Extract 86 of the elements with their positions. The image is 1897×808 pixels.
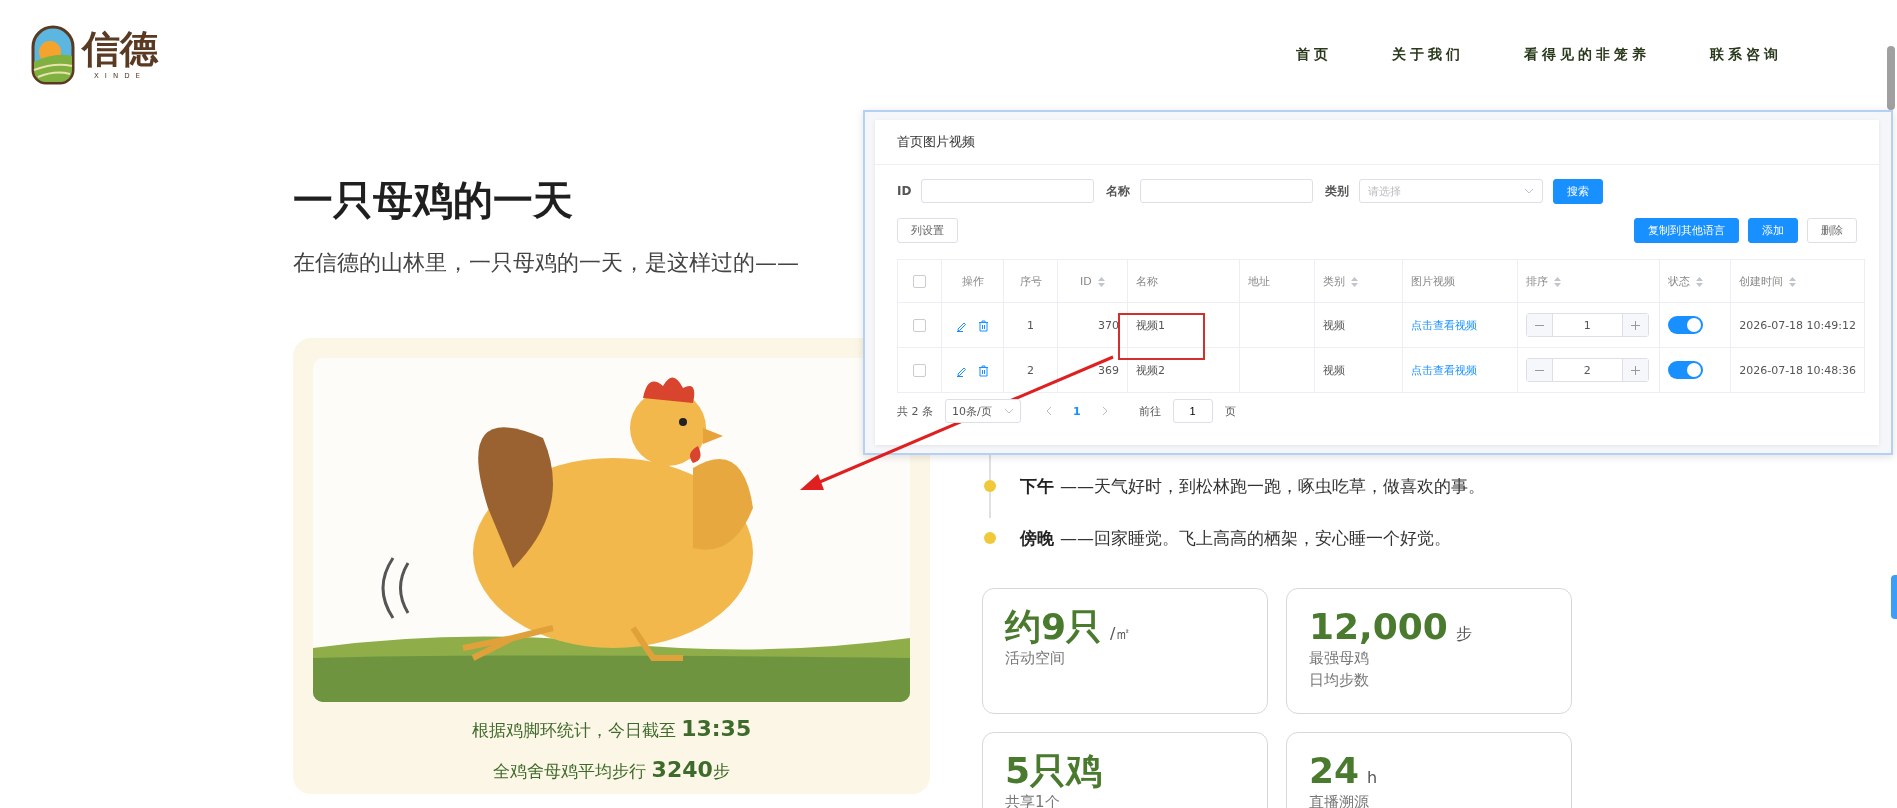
side-tab[interactable] [1891, 575, 1897, 619]
filter-input[interactable] [1140, 179, 1314, 203]
checkbox[interactable] [913, 274, 926, 288]
column-header[interactable]: 排序 [1517, 259, 1660, 303]
column-header[interactable]: 类别 [1314, 259, 1403, 303]
nav-link[interactable]: 联系咨询 [1680, 46, 1812, 64]
nav-link[interactable]: 首页 [1266, 46, 1362, 64]
number-stepper[interactable]: 1 [1525, 313, 1649, 337]
caption-text: 全鸡舍母鸡平均步行 3240步 [493, 757, 730, 784]
stat-unit: /㎡ [1110, 624, 1132, 645]
page-subtitle: 在信德的山林里，一只母鸡的一天，是这样过的—— [293, 249, 799, 277]
logo-text: 信德 [82, 30, 158, 68]
stat-value: 约9只 [1005, 607, 1103, 647]
prev-icon[interactable] [1045, 406, 1053, 416]
table-cell: 369 [1057, 347, 1128, 393]
timeline-dot [984, 532, 996, 544]
column-header: 地址 [1239, 259, 1315, 303]
goto-label: 前往 [1138, 403, 1161, 419]
sort-icon [1350, 276, 1358, 287]
table-cell: 视频1 [1127, 302, 1240, 348]
table-cell: 视频 [1314, 347, 1403, 393]
search-button[interactable]: 搜索 [1553, 178, 1604, 204]
stat-value: 5只鸡 [1005, 751, 1103, 791]
column-header[interactable]: 状态 [1659, 259, 1731, 303]
stat-unit: 步 [1455, 624, 1472, 645]
chevron-down-icon [1004, 408, 1014, 414]
toolbar-button[interactable]: 列设置 [897, 217, 958, 243]
view-video-link[interactable]: 点击查看视频 [1410, 318, 1477, 332]
page-size-select[interactable]: 10条/页 [945, 399, 1021, 423]
filter-label: 名称 [1106, 182, 1131, 200]
table-cell: 视频2 [1127, 347, 1240, 393]
sort-icon [1696, 276, 1704, 287]
plus-icon[interactable] [1630, 365, 1640, 375]
timeline-text: 下午 ——天气好时，到松林跑一跑，啄虫吃草，做喜欢的事。 [1020, 474, 1485, 498]
number-stepper[interactable]: 2 [1525, 358, 1649, 382]
filter-label: 类别 [1325, 182, 1350, 200]
scrollbar-thumb[interactable] [1887, 46, 1895, 110]
page-number[interactable]: 1 [1065, 404, 1089, 418]
page-suffix: 页 [1224, 403, 1236, 419]
filter-input[interactable] [921, 179, 1095, 203]
table-cell: 2026-07-18 10:49:12 [1730, 302, 1865, 348]
nav-link[interactable]: 关于我们 [1362, 46, 1494, 64]
timeline-text: 傍晚 ——回家睡觉。飞上高高的栖架，安心睡一个好觉。 [1020, 526, 1451, 550]
page-input[interactable]: 1 [1172, 399, 1213, 423]
stat-value: 24 [1309, 751, 1360, 791]
sort-icon [1553, 276, 1561, 287]
view-video-link[interactable]: 点击查看视频 [1410, 363, 1477, 377]
column-header: 操作 [941, 259, 1004, 303]
nav-link[interactable]: 看得见的非笼养 [1494, 46, 1680, 64]
chevron-down-icon [1524, 188, 1535, 194]
toolbar-button[interactable]: 复制到其他语言 [1634, 217, 1739, 243]
stat-label: 日均步数 [1309, 670, 1370, 691]
delete-icon[interactable] [978, 319, 990, 332]
select-field[interactable]: 请选择 [1359, 179, 1544, 203]
table-cell: 370 [1057, 302, 1128, 348]
column-header: 名称 [1127, 259, 1240, 303]
table-cell: 2026-07-18 10:48:36 [1730, 347, 1865, 393]
total-count: 共 2 条 [897, 403, 933, 419]
filter-label: ID [897, 184, 912, 198]
panel-title: 首页图片视频 [875, 120, 1879, 165]
stat-label: 最强母鸡 [1309, 648, 1370, 669]
checkbox[interactable] [913, 363, 926, 377]
toolbar-button[interactable]: 删除 [1807, 217, 1857, 243]
caption-text: 根据鸡脚环统计，今日截至 13:35 [471, 716, 752, 743]
sort-icon [1789, 276, 1797, 287]
column-header[interactable]: 创建时间 [1730, 259, 1865, 303]
stat-value: 12,000 [1309, 607, 1448, 647]
table-cell: 1 [1003, 302, 1058, 348]
page-title: 一只母鸡的一天 [293, 176, 573, 225]
toggle-switch[interactable] [1668, 316, 1704, 334]
toggle-switch[interactable] [1668, 361, 1704, 379]
next-icon[interactable] [1100, 406, 1109, 416]
column-header[interactable]: ID [1057, 259, 1128, 303]
column-header: 序号 [1003, 259, 1058, 303]
stat-label: 活动空间 [1005, 648, 1066, 669]
timeline-dot [984, 480, 996, 492]
stat-unit: h [1367, 768, 1378, 787]
logo-icon [30, 24, 76, 86]
column-header: 图片视频 [1402, 259, 1518, 303]
delete-icon[interactable] [978, 364, 990, 377]
table-cell: 视频 [1314, 302, 1403, 348]
table-cell: 2 [1003, 347, 1058, 393]
checkbox[interactable] [913, 318, 926, 332]
toolbar-button[interactable]: 添加 [1748, 217, 1798, 243]
sort-icon [1097, 276, 1105, 287]
plus-icon[interactable] [1630, 320, 1640, 330]
